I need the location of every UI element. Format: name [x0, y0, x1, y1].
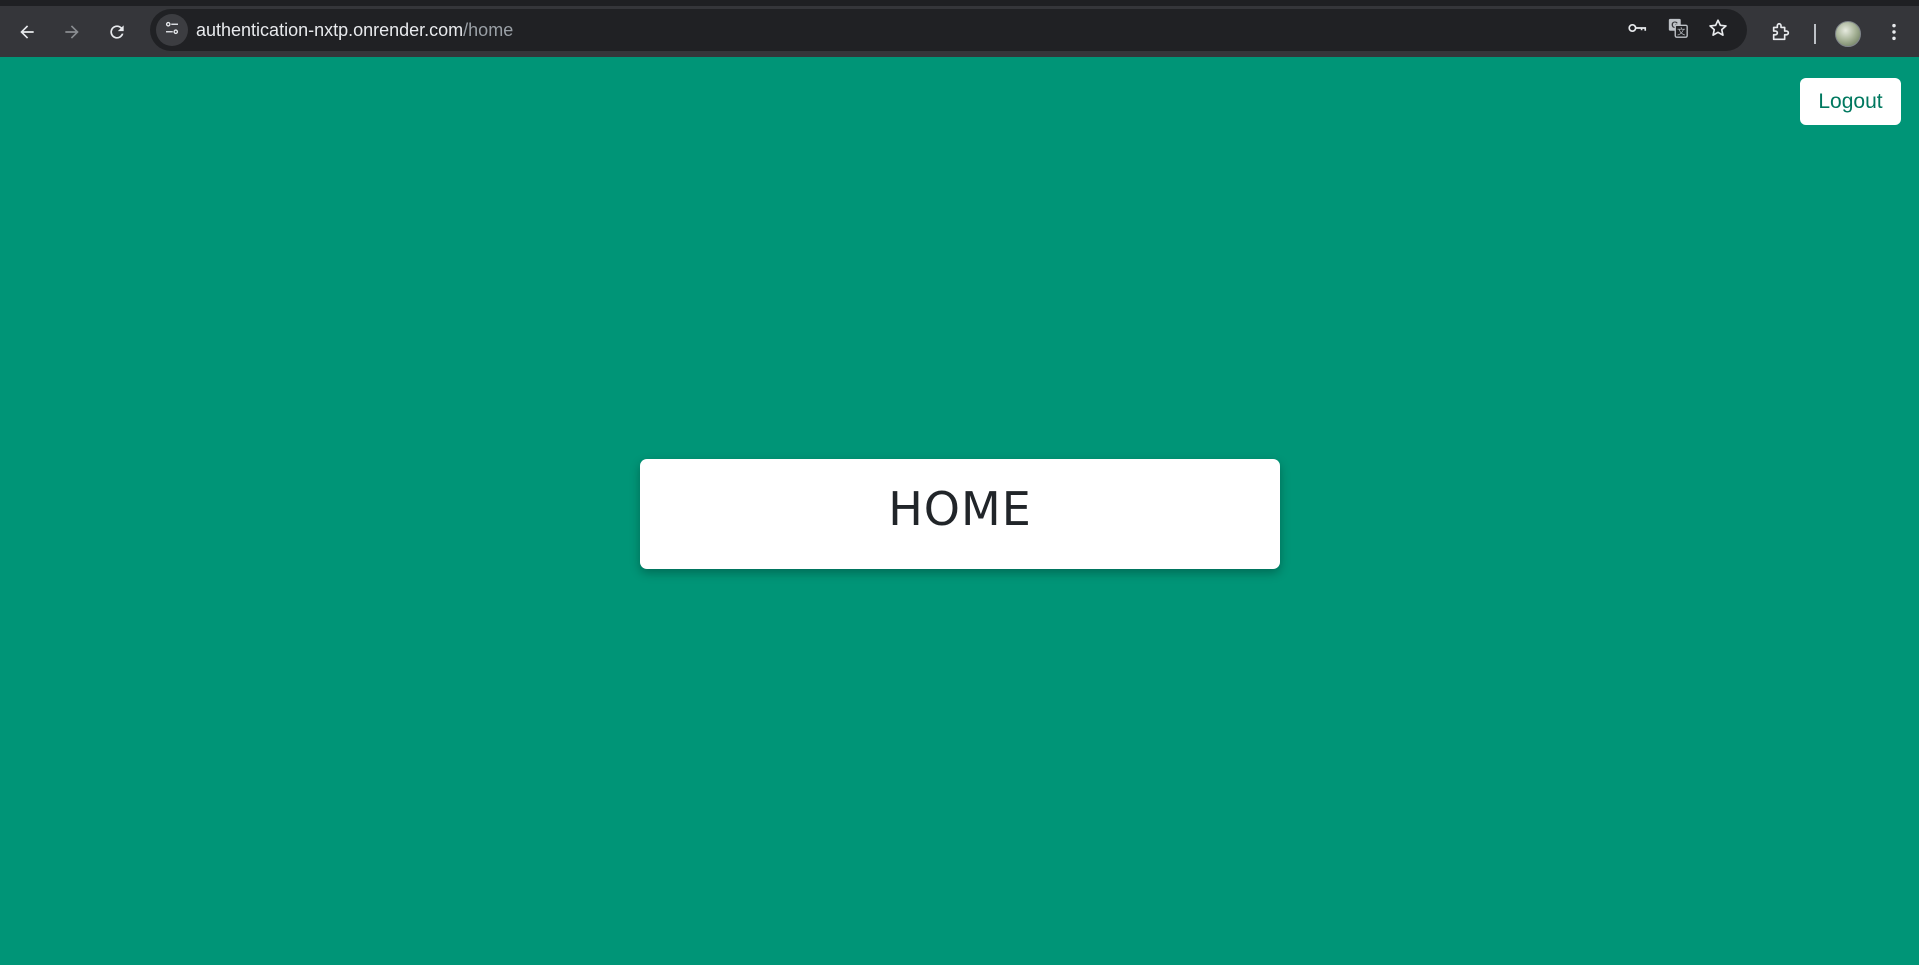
- logout-button[interactable]: Logout: [1800, 78, 1901, 125]
- extensions-icon: [1770, 21, 1792, 48]
- profile-avatar[interactable]: [1835, 21, 1861, 47]
- back-button[interactable]: [9, 16, 45, 52]
- reload-button[interactable]: [99, 16, 135, 52]
- url-path: /home: [463, 20, 514, 40]
- address-bar[interactable]: authentication-nxtp.onrender.com/home G …: [150, 9, 1747, 51]
- menu-icon: [1883, 21, 1905, 48]
- forward-button[interactable]: [54, 16, 90, 52]
- page-title: HOME: [888, 482, 1032, 536]
- back-icon: [17, 22, 37, 47]
- url-text[interactable]: authentication-nxtp.onrender.com/home: [196, 9, 513, 51]
- forward-icon: [62, 22, 82, 47]
- site-info-button[interactable]: [156, 14, 188, 46]
- translate-icon: G 文: [1667, 17, 1689, 44]
- home-card: HOME: [640, 459, 1280, 569]
- key-icon: [1626, 17, 1648, 44]
- url-host: authentication-nxtp.onrender.com: [196, 20, 464, 40]
- svg-text:文: 文: [1677, 26, 1685, 36]
- menu-button[interactable]: [1876, 16, 1912, 52]
- star-icon: [1707, 17, 1729, 44]
- bookmark-button[interactable]: [1704, 16, 1732, 44]
- toolbar-divider: [1814, 24, 1816, 44]
- reload-icon: [107, 22, 127, 47]
- password-key-button[interactable]: [1623, 16, 1651, 44]
- extensions-button[interactable]: [1763, 16, 1799, 52]
- browser-toolbar: authentication-nxtp.onrender.com/home G …: [0, 0, 1919, 57]
- translate-button[interactable]: G 文: [1664, 16, 1692, 44]
- site-info-icon: [163, 19, 181, 42]
